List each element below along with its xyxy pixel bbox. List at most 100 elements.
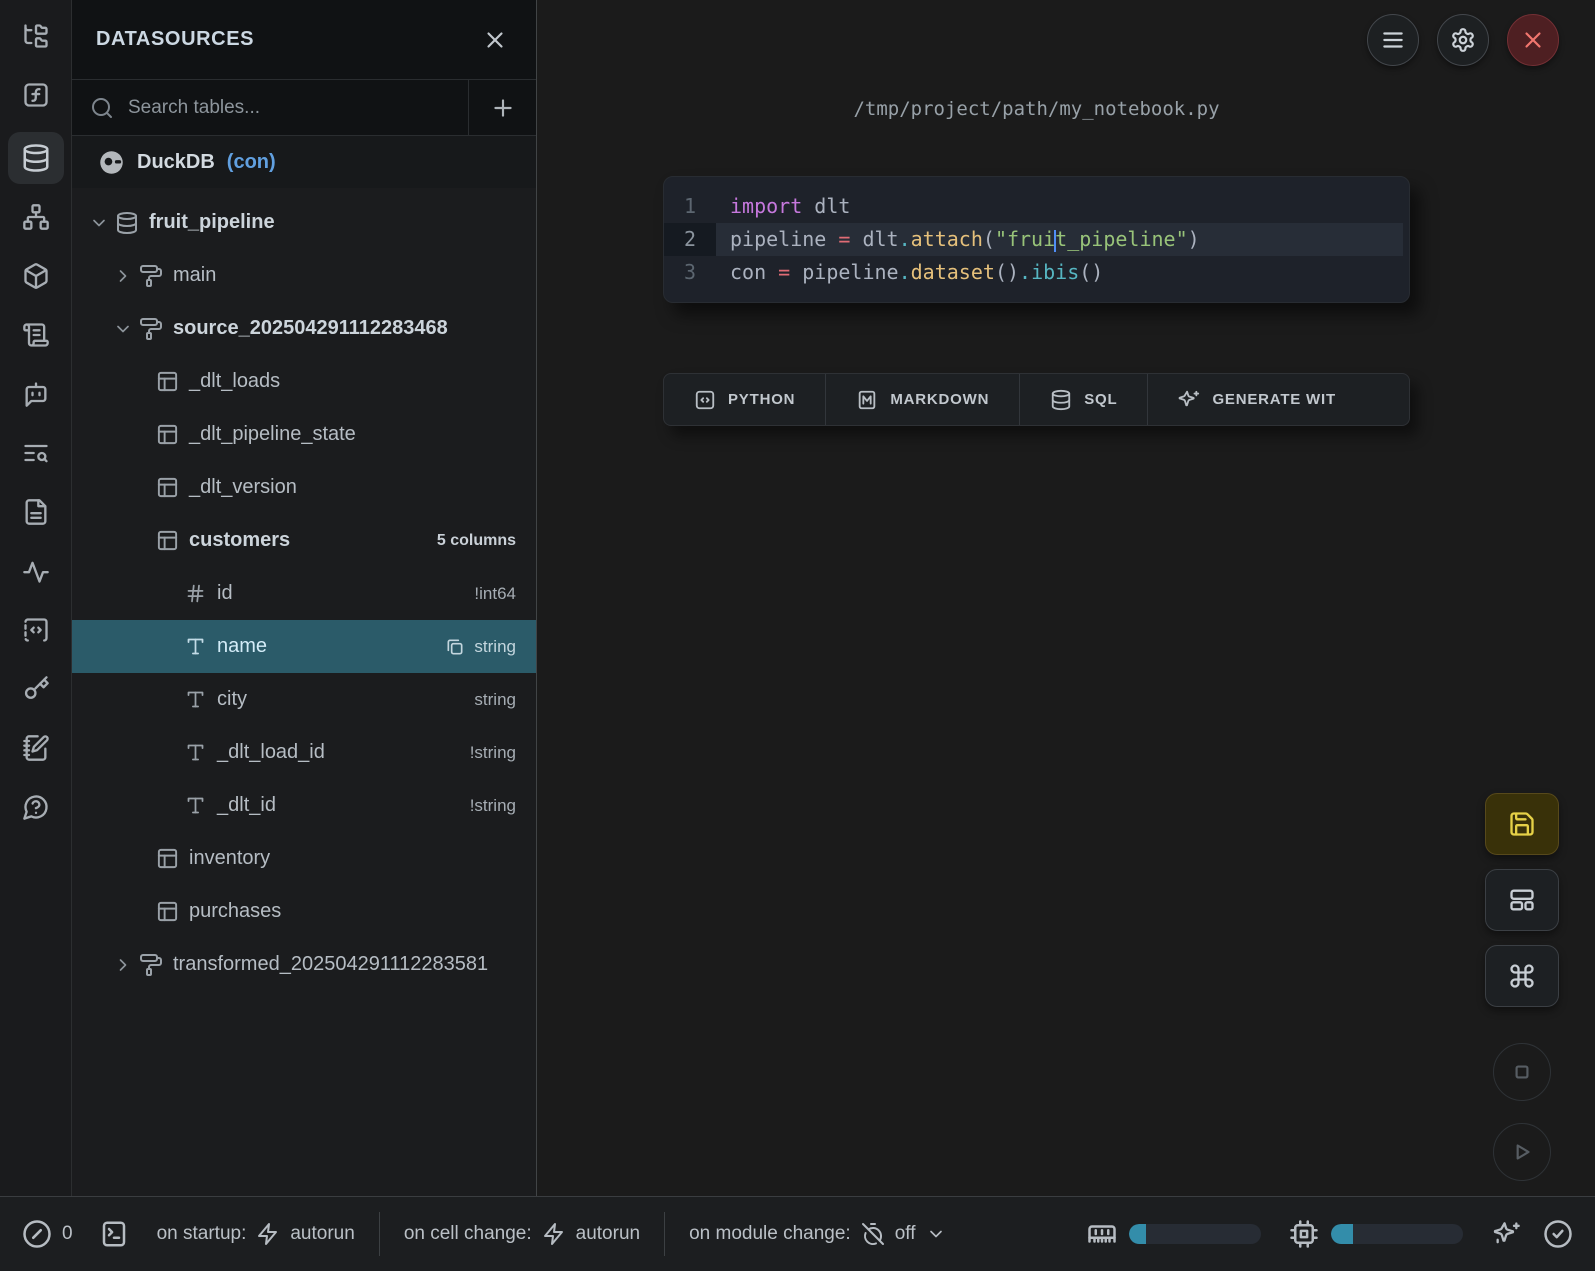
tree-item-column[interactable]: city string xyxy=(72,673,536,726)
code-line: 1 import dlt xyxy=(664,190,1409,223)
on-startup-toggle[interactable]: on startup: autorun xyxy=(157,1222,355,1246)
memory-bar-fill xyxy=(1129,1224,1146,1244)
search-icon xyxy=(90,96,114,120)
tree-item-label: name xyxy=(217,635,267,658)
code-line-active: 2 pipeline = dlt.attach("fruit_pipeline"… xyxy=(664,223,1409,256)
packages-icon[interactable] xyxy=(12,254,60,298)
code-cell[interactable]: 1 import dlt 2 pipeline = dlt.attach("fr… xyxy=(663,176,1410,303)
cpu-usage xyxy=(1289,1219,1463,1249)
save-button[interactable] xyxy=(1485,793,1559,855)
copy-icon[interactable] xyxy=(445,637,465,657)
column-type: !string xyxy=(470,796,516,816)
on-module-change-label: on module change: xyxy=(689,1223,851,1245)
tree-item-column[interactable]: _dlt_load_id !string xyxy=(72,726,536,779)
scratchpad-icon[interactable] xyxy=(12,726,60,770)
check-circle-icon xyxy=(1543,1219,1573,1249)
schema-icon xyxy=(138,264,164,288)
help-icon[interactable] xyxy=(12,785,60,829)
table-icon xyxy=(154,370,180,393)
tree-item-label: id xyxy=(217,582,233,605)
tree-item-table[interactable]: _dlt_loads xyxy=(72,355,536,408)
notebook-main: /tmp/project/path/my_notebook.py 1 impor… xyxy=(537,0,1595,1196)
duckdb-logo-icon xyxy=(98,149,125,176)
snippets-icon[interactable] xyxy=(12,608,60,652)
file-tree-icon[interactable] xyxy=(12,14,60,58)
tree-item-column[interactable]: id !int64 xyxy=(72,567,536,620)
ai-chat-icon[interactable] xyxy=(12,372,60,416)
shutdown-button[interactable] xyxy=(1507,14,1559,66)
tree-item-table[interactable]: purchases xyxy=(72,885,536,938)
dependencies-icon[interactable] xyxy=(12,195,60,239)
timer-off-icon xyxy=(861,1222,885,1246)
tree-item-label: customers xyxy=(189,529,290,552)
tree-item-label: city xyxy=(217,688,247,711)
connection-status-button[interactable] xyxy=(1543,1219,1573,1249)
tree-item-table[interactable]: _dlt_pipeline_state xyxy=(72,408,536,461)
run-button[interactable] xyxy=(1493,1123,1551,1181)
tree-item-table[interactable]: inventory xyxy=(72,832,536,885)
tree-item-column[interactable]: _dlt_id !string xyxy=(72,779,536,832)
on-cell-change-toggle[interactable]: on cell change: autorun xyxy=(404,1222,640,1246)
schema-icon xyxy=(138,953,164,977)
activity-rail xyxy=(0,0,72,1196)
on-module-change-value: off xyxy=(895,1223,916,1245)
text-type-icon xyxy=(182,742,208,763)
find-in-logs-icon[interactable] xyxy=(12,431,60,475)
panel-header: DATASOURCES xyxy=(72,0,536,80)
text-type-icon xyxy=(182,795,208,816)
line-number: 3 xyxy=(664,256,716,289)
column-type: string xyxy=(474,637,516,657)
functions-icon[interactable] xyxy=(12,73,60,117)
add-sql-cell-button[interactable]: SQL xyxy=(1019,374,1147,425)
table-icon xyxy=(154,476,180,499)
add-datasource-button[interactable] xyxy=(468,80,536,135)
add-python-cell-button[interactable]: PYTHON xyxy=(664,374,825,425)
tree-item-schema[interactable]: main xyxy=(72,249,536,302)
panel-title: DATASOURCES xyxy=(96,28,478,51)
tree-item-label: _dlt_loads xyxy=(189,370,280,393)
error-counter[interactable]: 0 xyxy=(22,1219,73,1249)
tracing-icon[interactable] xyxy=(12,549,60,593)
column-count: 5 columns xyxy=(437,532,516,550)
error-count: 0 xyxy=(62,1223,73,1245)
search-input[interactable] xyxy=(128,97,450,119)
terminal-button[interactable] xyxy=(99,1219,129,1249)
layout-toggle-button[interactable] xyxy=(1485,869,1559,931)
connection-engine: DuckDB xyxy=(137,151,215,174)
tree-item-table[interactable]: _dlt_version xyxy=(72,461,536,514)
tree-item-label: main xyxy=(173,264,216,287)
chevron-down-icon xyxy=(112,319,134,339)
secrets-icon[interactable] xyxy=(12,667,60,711)
connection-duckdb[interactable]: DuckDB (con) xyxy=(72,136,536,188)
on-startup-value: autorun xyxy=(290,1223,354,1245)
line-number: 2 xyxy=(664,223,716,256)
settings-button[interactable] xyxy=(1437,14,1489,66)
keyboard-shortcuts-button[interactable] xyxy=(1485,945,1559,1007)
documentation-icon[interactable] xyxy=(12,490,60,534)
cpu-bar-fill xyxy=(1331,1224,1353,1244)
logs-icon[interactable] xyxy=(12,313,60,357)
ai-assistant-button[interactable] xyxy=(1493,1220,1521,1248)
tree-item-column-selected[interactable]: name string xyxy=(72,620,536,673)
tree-item-schema[interactable]: transformed_202504291112283581 xyxy=(72,938,536,991)
connection-variable: (con) xyxy=(227,151,276,174)
tree-item-database[interactable]: fruit_pipeline xyxy=(72,196,536,249)
close-panel-icon[interactable] xyxy=(478,23,512,57)
tree-item-label: _dlt_id xyxy=(217,794,276,817)
markdown-icon xyxy=(856,389,878,411)
tree-item-schema[interactable]: source_202504291112283468 xyxy=(72,302,536,355)
errors-icon xyxy=(22,1219,52,1249)
on-startup-label: on startup: xyxy=(157,1223,247,1245)
tree-item-label: _dlt_version xyxy=(189,476,297,499)
generate-with-ai-button[interactable]: GENERATE WIT xyxy=(1147,374,1365,425)
terminal-icon xyxy=(99,1219,129,1249)
menu-button[interactable] xyxy=(1367,14,1419,66)
tree-item-label: source_202504291112283468 xyxy=(173,317,448,340)
datasources-icon[interactable] xyxy=(8,132,64,184)
tree-item-table[interactable]: customers 5 columns xyxy=(72,514,536,567)
status-bar: 0 on startup: autorun on cell change: au… xyxy=(0,1196,1595,1271)
add-markdown-cell-button[interactable]: MARKDOWN xyxy=(825,374,1019,425)
stop-button[interactable] xyxy=(1493,1043,1551,1101)
add-cell-toolbar: PYTHON MARKDOWN SQL GENERATE WIT xyxy=(663,373,1410,426)
on-module-change-toggle[interactable]: on module change: off xyxy=(689,1222,945,1246)
